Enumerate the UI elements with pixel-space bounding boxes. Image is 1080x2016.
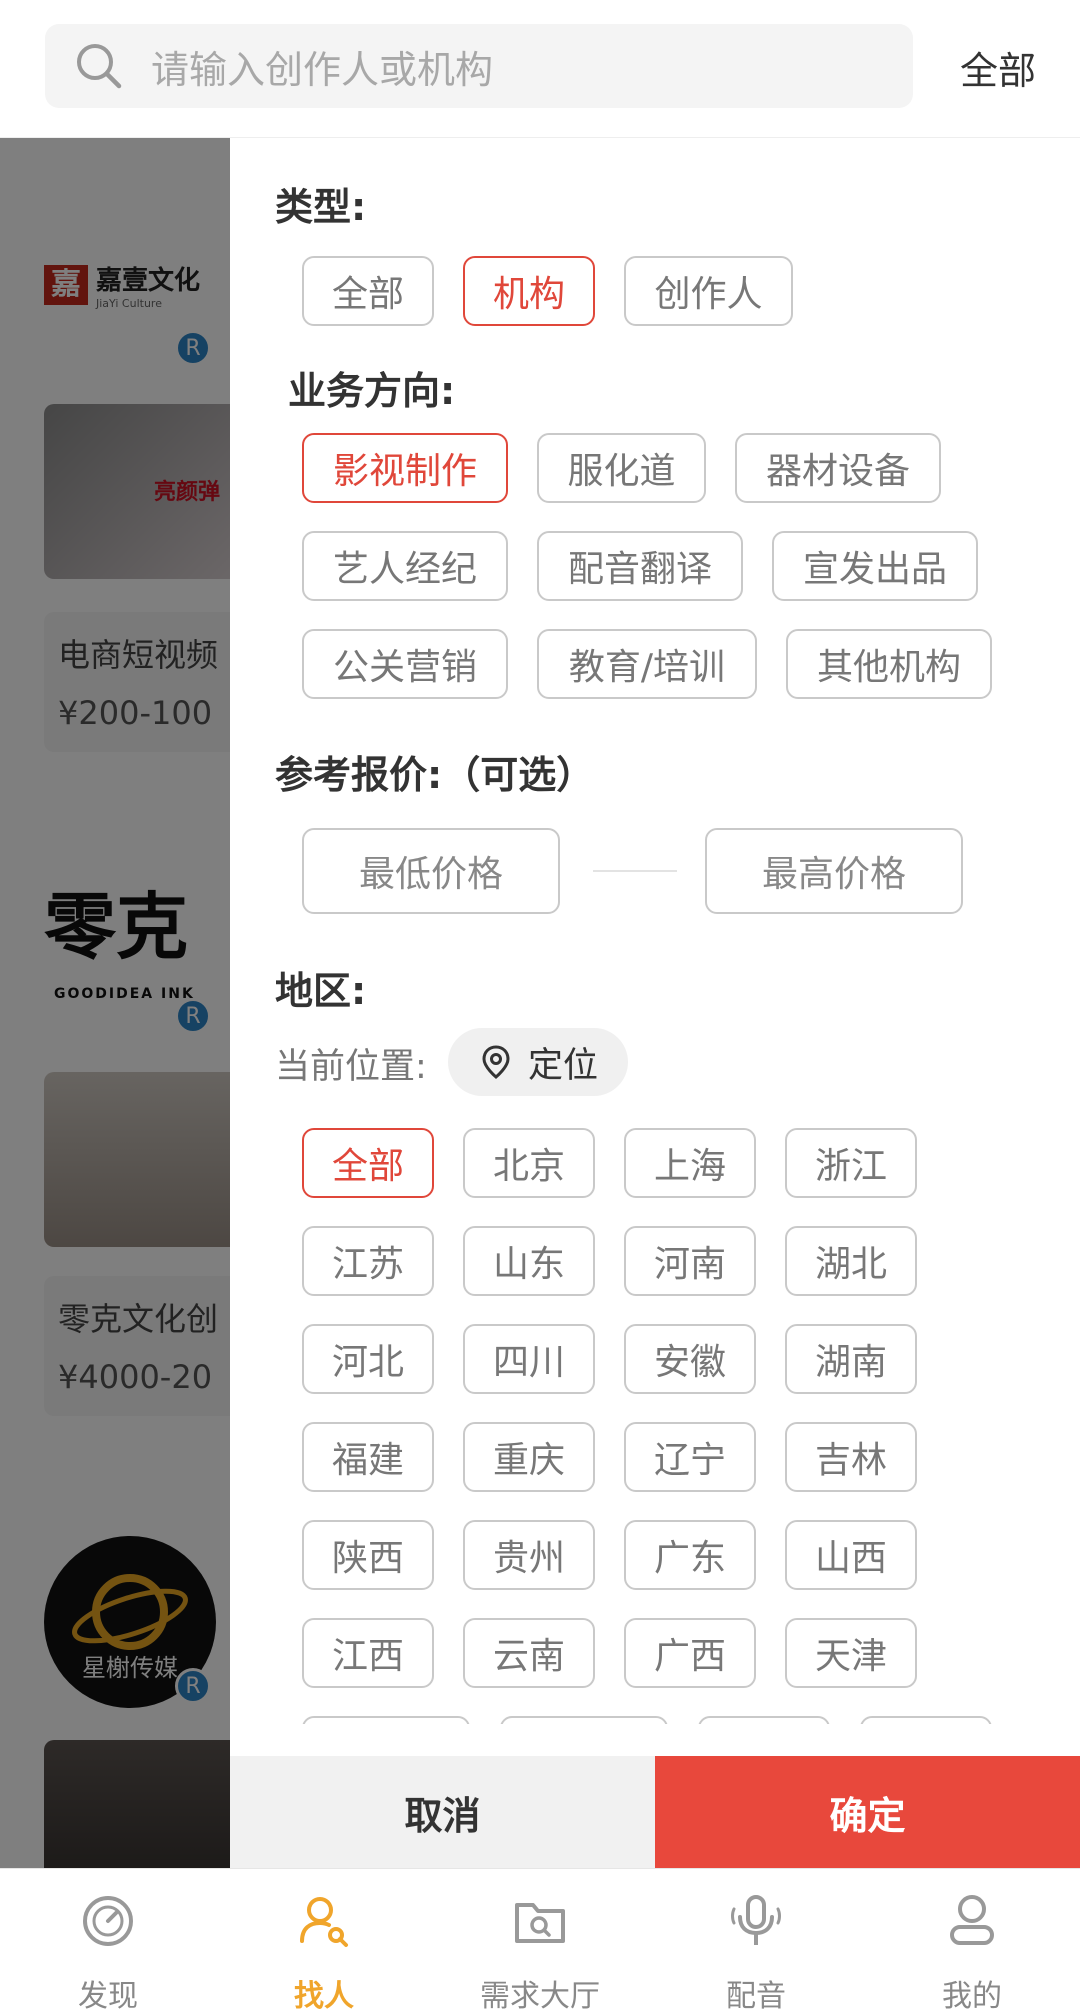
region-chip[interactable]: 陕西 (302, 1520, 434, 1590)
region-chip[interactable]: 河南 (624, 1226, 756, 1296)
type-chip-org[interactable]: 机构 (463, 256, 595, 326)
business-section-title: 业务方向: (288, 369, 456, 413)
type-section-title: 类型: (275, 185, 367, 229)
business-chip[interactable]: 器材设备 (735, 433, 941, 503)
tab-demand-hall[interactable]: 需求大厅 (432, 1869, 648, 2016)
business-chip[interactable]: 服化道 (537, 433, 706, 503)
region-chip[interactable]: 江苏 (302, 1226, 434, 1296)
type-chip-all[interactable]: 全部 (302, 256, 434, 326)
region-grid-fade (230, 1724, 1080, 1756)
locate-button[interactable]: 定位 (448, 1028, 628, 1096)
region-chip[interactable]: 河北 (302, 1324, 434, 1394)
tab-label: 发现 (78, 1979, 138, 2014)
region-chip[interactable]: 山东 (463, 1226, 595, 1296)
region-chip[interactable]: 辽宁 (624, 1422, 756, 1492)
microphone-icon (731, 1895, 781, 1945)
region-chip[interactable]: 重庆 (463, 1422, 595, 1492)
tab-dubbing[interactable]: 配音 (648, 1869, 864, 2016)
region-chip[interactable]: 天津 (785, 1618, 917, 1688)
min-price-input[interactable]: 最低价格 (302, 828, 560, 914)
business-chip[interactable]: 宣发出品 (772, 531, 978, 601)
filter-toggle-button[interactable]: 全部 (960, 40, 1036, 95)
tab-label: 我的 (942, 1979, 1002, 2014)
region-chip[interactable]: 上海 (624, 1128, 756, 1198)
region-chip[interactable]: 广东 (624, 1520, 756, 1590)
tab-mine[interactable]: 我的 (864, 1869, 1080, 2016)
business-chip[interactable]: 公关营销 (302, 629, 508, 699)
business-chip[interactable]: 影视制作 (302, 433, 508, 503)
confirm-button[interactable]: 确定 (655, 1756, 1080, 1868)
filter-drawer: 类型: 全部 机构 创作人 业务方向: 影视制作 服化道 器材设备 艺人经纪 配… (230, 138, 1080, 1868)
price-section-title: 参考报价:（可选） (275, 753, 595, 797)
search-input[interactable]: 请输入创作人或机构 (45, 24, 913, 108)
find-person-icon (300, 1897, 348, 1947)
price-separator (593, 870, 677, 872)
region-chip[interactable]: 广西 (624, 1618, 756, 1688)
tab-discover[interactable]: 发现 (0, 1869, 216, 2016)
region-chip[interactable]: 全部 (302, 1128, 434, 1198)
folder-search-icon (515, 1903, 565, 1943)
locate-label: 定位 (527, 1045, 598, 1086)
tab-label: 需求大厅 (480, 1979, 600, 2014)
bottom-tab-bar: 发现 找人 需求大厅 配音 我的 (0, 1868, 1080, 2016)
cancel-button[interactable]: 取消 (230, 1756, 655, 1868)
tab-label: 配音 (726, 1979, 786, 2014)
region-chip[interactable]: 北京 (463, 1128, 595, 1198)
region-chip[interactable]: 湖南 (785, 1324, 917, 1394)
business-chip[interactable]: 艺人经纪 (302, 531, 508, 601)
tab-find-person[interactable]: 找人 (216, 1869, 432, 2016)
region-section-title: 地区: (275, 969, 367, 1013)
current-location-label: 当前位置: (275, 1047, 427, 1087)
business-chip[interactable]: 教育/培训 (537, 629, 757, 699)
region-chip[interactable]: 浙江 (785, 1128, 917, 1198)
region-chip[interactable]: 贵州 (463, 1520, 595, 1590)
type-chip-creator[interactable]: 创作人 (624, 256, 793, 326)
top-bar: 请输入创作人或机构 全部 (0, 0, 1080, 138)
user-icon (950, 1895, 994, 1945)
region-chip[interactable]: 四川 (463, 1324, 595, 1394)
business-chip[interactable]: 其他机构 (786, 629, 992, 699)
region-chip[interactable]: 山西 (785, 1520, 917, 1590)
region-chip[interactable]: 云南 (463, 1618, 595, 1688)
search-icon (73, 40, 125, 92)
region-chip[interactable]: 福建 (302, 1422, 434, 1492)
business-chip[interactable]: 配音翻译 (537, 531, 743, 601)
compass-icon (83, 1896, 133, 1946)
region-chip[interactable]: 安徽 (624, 1324, 756, 1394)
region-chip[interactable]: 吉林 (785, 1422, 917, 1492)
region-chip[interactable]: 湖北 (785, 1226, 917, 1296)
location-pin-icon (482, 1045, 510, 1079)
max-price-input[interactable]: 最高价格 (705, 828, 963, 914)
tab-label: 找人 (294, 1979, 354, 2014)
region-chip[interactable]: 江西 (302, 1618, 434, 1688)
search-placeholder: 请输入创作人或机构 (151, 47, 494, 92)
